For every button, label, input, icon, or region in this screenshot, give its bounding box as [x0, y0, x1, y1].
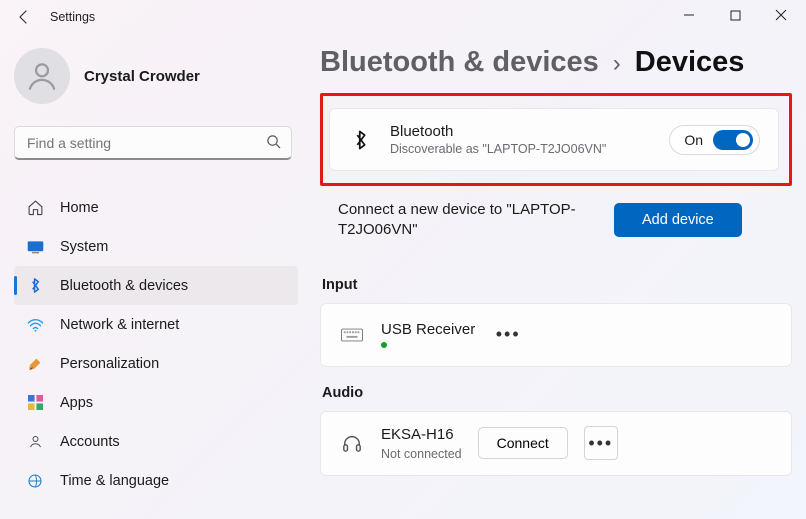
sidebar: Crystal Crowder Home System Bluetooth & … [0, 34, 310, 519]
nav-label: System [60, 239, 108, 255]
status-dot-icon [381, 342, 387, 348]
bluetooth-icon [348, 129, 374, 151]
device-more-button[interactable]: ••• [491, 318, 525, 352]
paintbrush-icon [26, 356, 44, 372]
close-button[interactable] [758, 0, 804, 30]
nav-item-apps[interactable]: Apps [14, 383, 298, 422]
main-content: Bluetooth & devices › Devices Bluetooth … [320, 46, 792, 519]
device-more-button[interactable]: ••• [584, 426, 618, 460]
device-status: Not connected [381, 447, 462, 461]
page-title: Devices [635, 46, 745, 79]
breadcrumb: Bluetooth & devices › Devices [320, 46, 792, 79]
connect-text: Connect a new device to "LAPTOP-T2JO06VN… [338, 200, 598, 241]
section-header-audio: Audio [322, 385, 792, 401]
search-icon [266, 134, 281, 152]
nav-label: Time & language [60, 473, 169, 489]
back-button[interactable] [8, 1, 40, 33]
bluetooth-subtitle: Discoverable as "LAPTOP-T2JO06VN" [390, 142, 653, 156]
toggle-state-label: On [684, 132, 703, 148]
user-block[interactable]: Crystal Crowder [14, 34, 310, 126]
nav-item-personalization[interactable]: Personalization [14, 344, 298, 383]
add-device-button[interactable]: Add device [614, 203, 742, 237]
search-input[interactable] [25, 134, 266, 152]
bluetooth-icon [26, 277, 44, 294]
device-name: USB Receiver [381, 321, 475, 338]
nav-label: Network & internet [60, 317, 179, 333]
toggle-switch-icon [713, 130, 753, 150]
avatar [14, 48, 70, 104]
window-controls [666, 0, 804, 30]
globe-clock-icon [26, 473, 44, 489]
bluetooth-toggle[interactable]: On [669, 125, 760, 155]
nav-label: Home [60, 200, 99, 216]
nav-label: Bluetooth & devices [60, 278, 188, 294]
apps-icon [26, 395, 44, 410]
nav-list: Home System Bluetooth & devices Network … [14, 188, 298, 500]
accounts-icon [26, 434, 44, 449]
nav-label: Apps [60, 395, 93, 411]
nav-item-bluetooth-devices[interactable]: Bluetooth & devices [14, 266, 298, 305]
chevron-right-icon: › [613, 50, 621, 78]
nav-item-home[interactable]: Home [14, 188, 298, 227]
headphones-icon [339, 433, 365, 453]
nav-label: Personalization [60, 356, 159, 372]
breadcrumb-parent[interactable]: Bluetooth & devices [320, 46, 599, 79]
nav-item-time-language[interactable]: Time & language [14, 461, 298, 500]
bluetooth-title: Bluetooth [390, 123, 653, 140]
annotation-highlight: Bluetooth Discoverable as "LAPTOP-T2JO06… [320, 93, 792, 186]
device-name: EKSA-H16 [381, 426, 462, 443]
home-icon [26, 199, 44, 216]
device-card-input[interactable]: USB Receiver ••• [320, 303, 792, 367]
nav-item-network[interactable]: Network & internet [14, 305, 298, 344]
nav-item-accounts[interactable]: Accounts [14, 422, 298, 461]
search-box[interactable] [14, 126, 292, 160]
user-name: Crystal Crowder [84, 68, 200, 85]
nav-label: Accounts [60, 434, 120, 450]
system-icon [26, 240, 44, 254]
nav-item-system[interactable]: System [14, 227, 298, 266]
minimize-button[interactable] [666, 0, 712, 30]
maximize-button[interactable] [712, 0, 758, 30]
wifi-icon [26, 318, 44, 332]
app-title: Settings [50, 10, 95, 24]
section-header-input: Input [322, 277, 792, 293]
device-card-audio[interactable]: EKSA-H16 Not connected Connect ••• [320, 411, 792, 476]
bluetooth-card: Bluetooth Discoverable as "LAPTOP-T2JO06… [329, 108, 779, 171]
connect-row: Connect a new device to "LAPTOP-T2JO06VN… [320, 196, 792, 259]
connect-button[interactable]: Connect [478, 427, 568, 459]
keyboard-icon [339, 328, 365, 342]
